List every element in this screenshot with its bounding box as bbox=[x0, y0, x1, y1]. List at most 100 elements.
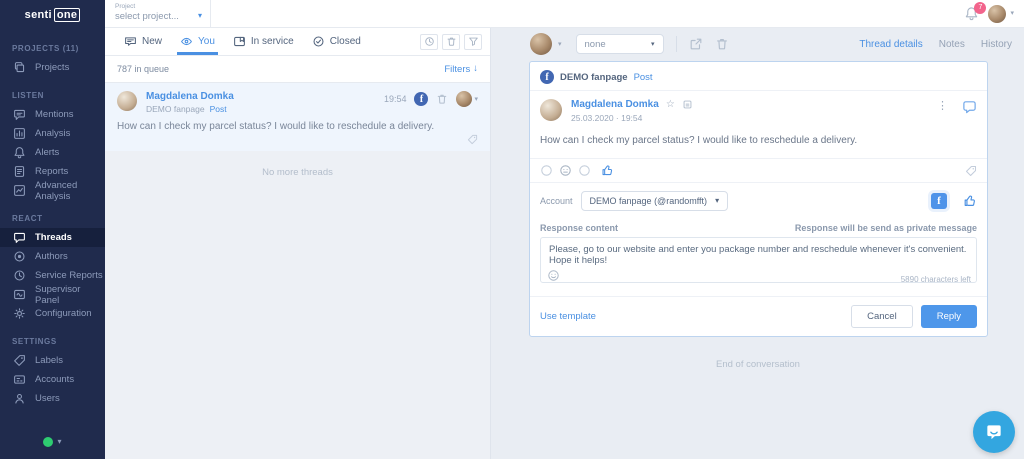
notifications-bell-button[interactable]: 7 bbox=[964, 1, 987, 22]
thread-post-type[interactable]: Post bbox=[210, 104, 227, 114]
id-card-icon bbox=[13, 373, 26, 386]
chevron-down-icon bbox=[651, 41, 655, 48]
sidebar-item-accounts[interactable]: Accounts bbox=[0, 370, 105, 389]
thumbs-up-icon bbox=[964, 195, 975, 206]
app-logo: senti one bbox=[0, 0, 105, 30]
tab-you[interactable]: You bbox=[171, 28, 224, 55]
assigned-agent-avatar[interactable] bbox=[530, 33, 552, 55]
monitor-wave-icon bbox=[13, 288, 26, 301]
sidebar-item-label: Mentions bbox=[35, 109, 74, 120]
sentiment-negative-icon[interactable] bbox=[578, 164, 591, 177]
project-selector[interactable]: Project select project... bbox=[105, 0, 211, 28]
sidebar-item-alerts[interactable]: Alerts bbox=[0, 143, 105, 162]
sidebar-item-mentions[interactable]: Mentions bbox=[0, 105, 105, 124]
chat-smiley-icon bbox=[987, 425, 1001, 440]
logo-text: senti bbox=[24, 9, 52, 21]
sidebar-item-labels[interactable]: Labels bbox=[0, 351, 105, 370]
history-button[interactable] bbox=[420, 33, 438, 50]
thread-time: 19:54 bbox=[383, 94, 407, 104]
section-header-react: REACT bbox=[12, 214, 43, 223]
filter-button[interactable] bbox=[464, 33, 482, 50]
gear-icon bbox=[13, 307, 26, 320]
sidebar-item-supervisor-panel[interactable]: Supervisor Panel bbox=[0, 284, 105, 306]
clock-icon bbox=[13, 269, 26, 282]
status-select[interactable]: none bbox=[575, 34, 664, 54]
reply-button[interactable]: Reply bbox=[920, 305, 977, 328]
filter-icon bbox=[468, 37, 478, 46]
sidebar-item-authors[interactable]: Authors bbox=[0, 247, 105, 266]
share-button[interactable] bbox=[689, 37, 703, 51]
thread-source: DEMO fanpage bbox=[146, 104, 205, 114]
tab-new[interactable]: New bbox=[115, 28, 171, 55]
sidebar-item-projects[interactable]: Projects bbox=[0, 58, 105, 77]
sidebar-item-label: Authors bbox=[35, 251, 68, 262]
check-circle-icon bbox=[312, 35, 325, 48]
filters-link[interactable]: Filters bbox=[444, 64, 478, 75]
online-status-dot bbox=[43, 437, 54, 447]
tab-history[interactable]: History bbox=[981, 39, 1012, 50]
project-value: select project... bbox=[115, 10, 179, 22]
like-reply-toggle[interactable] bbox=[963, 194, 977, 208]
conversation-panel: none Thread details Notes History DEMO f… bbox=[492, 28, 1024, 459]
message-author-name[interactable]: Magdalena Domka bbox=[571, 99, 659, 110]
copy-button[interactable] bbox=[682, 99, 693, 110]
sentiment-positive-icon[interactable] bbox=[540, 164, 553, 177]
use-template-link[interactable]: Use template bbox=[540, 311, 596, 322]
tab-thread-details[interactable]: Thread details bbox=[859, 39, 922, 50]
chevron-down-icon bbox=[474, 96, 478, 103]
sidebar-item-advanced-analysis[interactable]: Advanced Analysis bbox=[0, 180, 105, 202]
thumbs-up-icon bbox=[602, 165, 613, 176]
facebook-icon bbox=[540, 70, 554, 84]
thread-author-avatar bbox=[117, 91, 137, 111]
sidebar-item-users[interactable]: Users bbox=[0, 389, 105, 408]
support-chat-button[interactable] bbox=[973, 411, 1015, 453]
reply-bubble-button[interactable] bbox=[962, 99, 977, 114]
tag-icon bbox=[13, 354, 26, 367]
sentiment-row bbox=[530, 158, 987, 183]
presence-status[interactable] bbox=[0, 437, 105, 447]
account-select[interactable]: DEMO fanpage (@randomfft) bbox=[580, 191, 729, 211]
sidebar-item-reports[interactable]: Reports bbox=[0, 162, 105, 181]
sidebar-item-label: Service Reports bbox=[35, 270, 103, 281]
chevron-down-icon[interactable] bbox=[558, 41, 562, 48]
tab-notes[interactable]: Notes bbox=[939, 39, 965, 50]
delete-thread-button[interactable] bbox=[715, 37, 729, 51]
user-icon bbox=[13, 392, 26, 405]
user-avatar[interactable] bbox=[988, 4, 1007, 23]
tab-closed[interactable]: Closed bbox=[303, 28, 370, 55]
thread-tabs: New You In service Closed bbox=[105, 28, 490, 56]
tab-in-service[interactable]: In service bbox=[224, 28, 303, 55]
sentiment-neutral-icon[interactable] bbox=[559, 164, 572, 177]
message-text: How can I check my parcel status? I woul… bbox=[540, 135, 858, 146]
chevron-down-icon[interactable] bbox=[1010, 10, 1014, 17]
sidebar-item-analysis[interactable]: Analysis bbox=[0, 124, 105, 143]
tag-icon[interactable] bbox=[467, 134, 478, 145]
tab-label: New bbox=[142, 36, 163, 47]
thread-list-item[interactable]: Magdalena Domka DEMO fanpage Post 19:54 H… bbox=[105, 83, 490, 151]
sidebar-item-threads[interactable]: Threads bbox=[0, 228, 105, 247]
emoji-button[interactable] bbox=[547, 269, 560, 282]
cancel-button[interactable]: Cancel bbox=[851, 305, 913, 328]
star-icon[interactable] bbox=[666, 100, 675, 110]
target-icon bbox=[13, 250, 26, 263]
tag-icon[interactable] bbox=[965, 165, 977, 177]
post-type-link[interactable]: Post bbox=[634, 72, 653, 83]
trash-button[interactable] bbox=[442, 33, 460, 50]
more-options-button[interactable] bbox=[937, 101, 948, 112]
thread-delete-button[interactable] bbox=[436, 93, 448, 105]
facebook-channel-icon[interactable] bbox=[931, 193, 947, 209]
thread-list-panel: New You In service Closed 787 in queue F… bbox=[105, 28, 491, 459]
line-chart-icon bbox=[13, 184, 26, 197]
eye-icon bbox=[180, 35, 193, 48]
message-datetime: 25.03.2020 · 19:54 bbox=[571, 113, 643, 123]
sidebar-item-configuration[interactable]: Configuration bbox=[0, 304, 105, 323]
inbox-chat-icon bbox=[124, 35, 137, 48]
like-button[interactable] bbox=[601, 164, 614, 177]
notification-badge: 7 bbox=[974, 1, 987, 14]
tab-label: Closed bbox=[329, 36, 361, 47]
assignee-selector[interactable] bbox=[456, 91, 478, 107]
sidebar-item-label: Projects bbox=[35, 62, 70, 73]
thread-author-name[interactable]: Magdalena Domka bbox=[146, 91, 234, 102]
bar-chart-icon bbox=[13, 127, 26, 140]
sidebar-item-service-reports[interactable]: Service Reports bbox=[0, 266, 105, 285]
